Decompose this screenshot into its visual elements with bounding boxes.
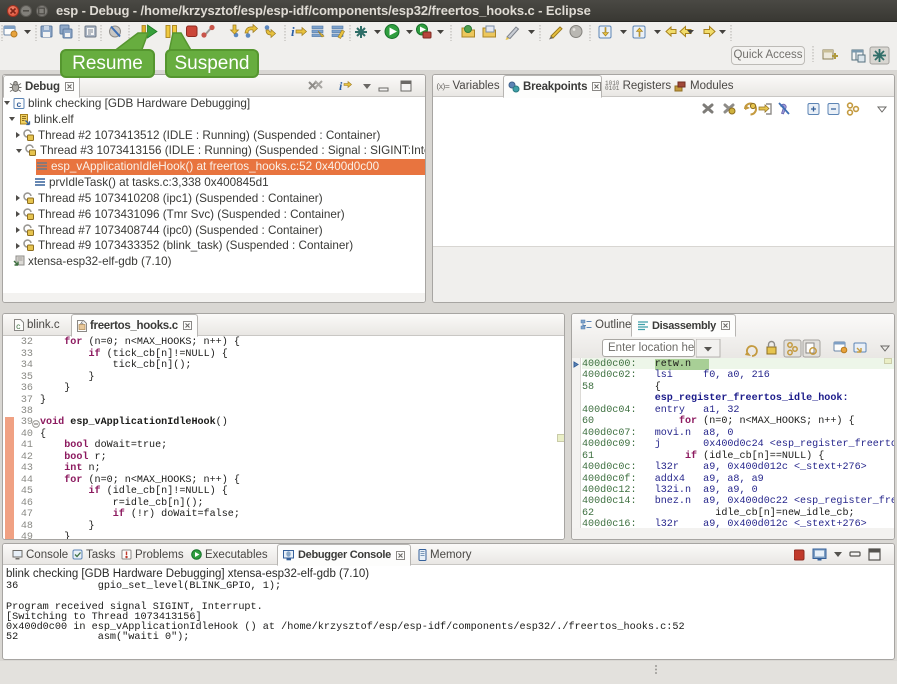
svg-text:c: c xyxy=(16,100,21,110)
svg-text:i: i xyxy=(291,24,295,39)
svg-text:c: c xyxy=(16,323,21,331)
svg-text:i: i xyxy=(339,79,343,93)
